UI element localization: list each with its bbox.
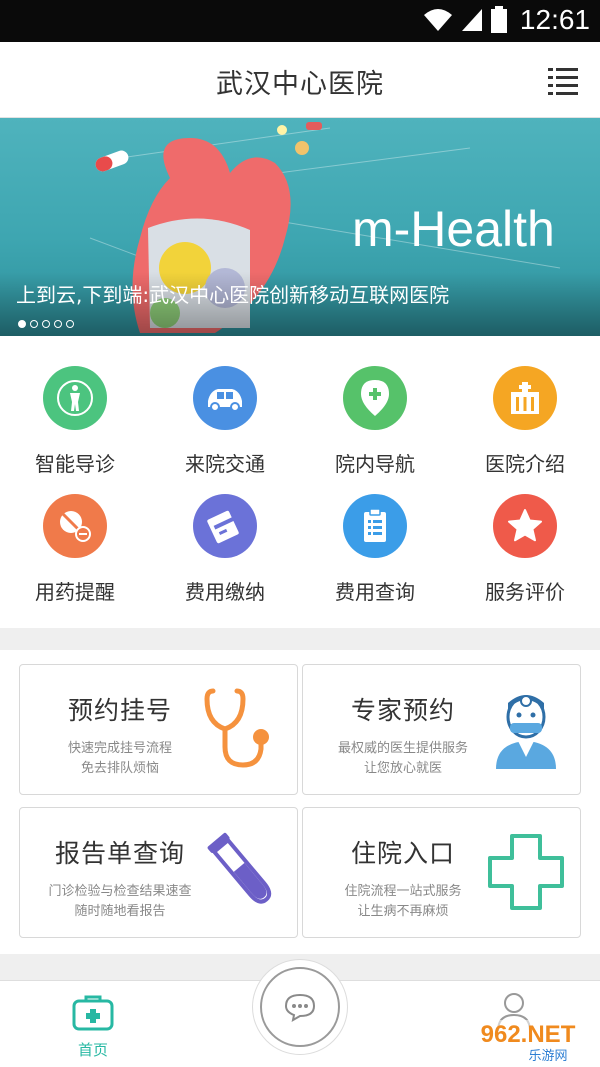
star-icon — [493, 494, 557, 558]
chat-button[interactable] — [252, 959, 348, 1055]
card-report-query[interactable]: 报告单查询 门诊检验与检查结果速查 随时随地看报告 — [19, 807, 298, 938]
card-appointment[interactable]: 预约挂号 快速完成挂号流程 免去排队烦恼 — [19, 664, 298, 795]
feature-cards: 预约挂号 快速完成挂号流程 免去排队烦恼 专家预约 最权威的医生提供服务 让您放… — [0, 650, 600, 954]
pager-dot[interactable] — [66, 320, 74, 328]
chat-button-ring — [260, 967, 340, 1047]
grid-item-cost-query[interactable]: 费用查询 — [300, 464, 450, 604]
page-title: 武汉中心医院 — [216, 69, 384, 100]
stethoscope-icon — [204, 688, 269, 768]
card-subtitle: 快速完成挂号流程 — [67, 741, 172, 756]
promo-banner[interactable]: m-Health 上到云,下到端:武汉中心医院创新移动互联网医院 — [0, 118, 600, 336]
location-pin-icon — [343, 366, 407, 430]
pager-dot[interactable] — [42, 320, 50, 328]
card-title: 预约挂号 — [67, 696, 172, 725]
status-bar: 12:61 — [0, 0, 600, 42]
grid-item-smart-triage[interactable]: 智能导诊 — [0, 336, 150, 476]
car-icon — [193, 366, 257, 430]
card-title: 住院入口 — [350, 839, 455, 868]
card-title: 专家预约 — [350, 696, 455, 725]
card-subtitle: 最权威的医生提供服务 — [337, 741, 468, 756]
chat-bubble-icon — [284, 993, 316, 1022]
pager-dot[interactable] — [30, 320, 38, 328]
tab-home-label: 首页 — [77, 1041, 108, 1059]
grid-item-indoor-nav[interactable]: 院内导航 — [300, 336, 450, 476]
grid-item-label: 服务评价 — [485, 580, 565, 604]
grid-item-label: 费用查询 — [335, 580, 415, 604]
tab-home[interactable]: 首页 — [60, 993, 126, 1060]
grid-item-label: 费用缴纳 — [185, 580, 265, 604]
battery-icon — [491, 6, 507, 33]
grid-item-hospital-intro[interactable]: 医院介绍 — [450, 336, 600, 476]
grid-item-medication-reminder[interactable]: 用药提醒 — [0, 464, 150, 604]
hospital-building-icon — [493, 366, 557, 430]
status-icons — [422, 6, 508, 34]
card-subtitle: 门诊检验与检查结果速查 — [48, 884, 192, 899]
body-guide-icon — [43, 366, 107, 430]
grid-item-payment[interactable]: 费用缴纳 — [150, 464, 300, 604]
cross-icon — [488, 834, 564, 910]
pill-icon — [43, 494, 107, 558]
card-title: 报告单查询 — [54, 839, 185, 868]
grid-item-transport[interactable]: 来院交通 — [150, 336, 300, 476]
wifi-icon — [424, 9, 452, 31]
card-subtitle: 免去排队烦恼 — [80, 761, 159, 776]
signal-icon — [462, 9, 482, 31]
watermark-sub: 乐游网 — [528, 1049, 567, 1064]
doctor-icon — [496, 695, 556, 769]
card-subtitle: 让生病不再麻烦 — [357, 904, 449, 919]
card-subtitle: 随时随地看报告 — [74, 904, 166, 919]
card-subtitle: 住院流程一站式服务 — [344, 884, 462, 899]
medical-kit-icon — [72, 995, 114, 1031]
menu-grid-icon — [548, 68, 578, 95]
pager-dot[interactable] — [54, 320, 62, 328]
clipboard-list-icon — [343, 494, 407, 558]
card-expert-booking[interactable]: 专家预约 最权威的医生提供服务 让您放心就医 — [302, 664, 581, 795]
menu-button[interactable] — [546, 64, 580, 96]
site-watermark: 962.NET 乐游网 — [458, 1020, 598, 1064]
banner-brand-text: m-Health — [352, 201, 555, 257]
pager-dot[interactable] — [18, 320, 26, 328]
grid-item-service-rating[interactable]: 服务评价 — [450, 464, 600, 604]
grid-item-label: 用药提醒 — [35, 580, 115, 604]
banner-caption: 上到云,下到端:武汉中心医院创新移动互联网医院 — [16, 283, 450, 307]
watermark-text: 962.NET — [481, 1021, 576, 1048]
test-tube-icon — [207, 832, 272, 904]
service-grid: 智能导诊 来院交通 院内导航 医院介绍 用药提醒 费用缴纳 费用查询 服务评价 — [0, 336, 600, 628]
app-header: 武汉中心医院 — [0, 42, 600, 118]
banner-pager — [18, 320, 74, 328]
card-subtitle: 让您放心就医 — [363, 761, 442, 776]
card-inpatient[interactable]: 住院入口 住院流程一站式服务 让生病不再麻烦 — [302, 807, 581, 938]
card-icon — [193, 494, 257, 558]
status-time: 12:61 — [519, 4, 590, 35]
